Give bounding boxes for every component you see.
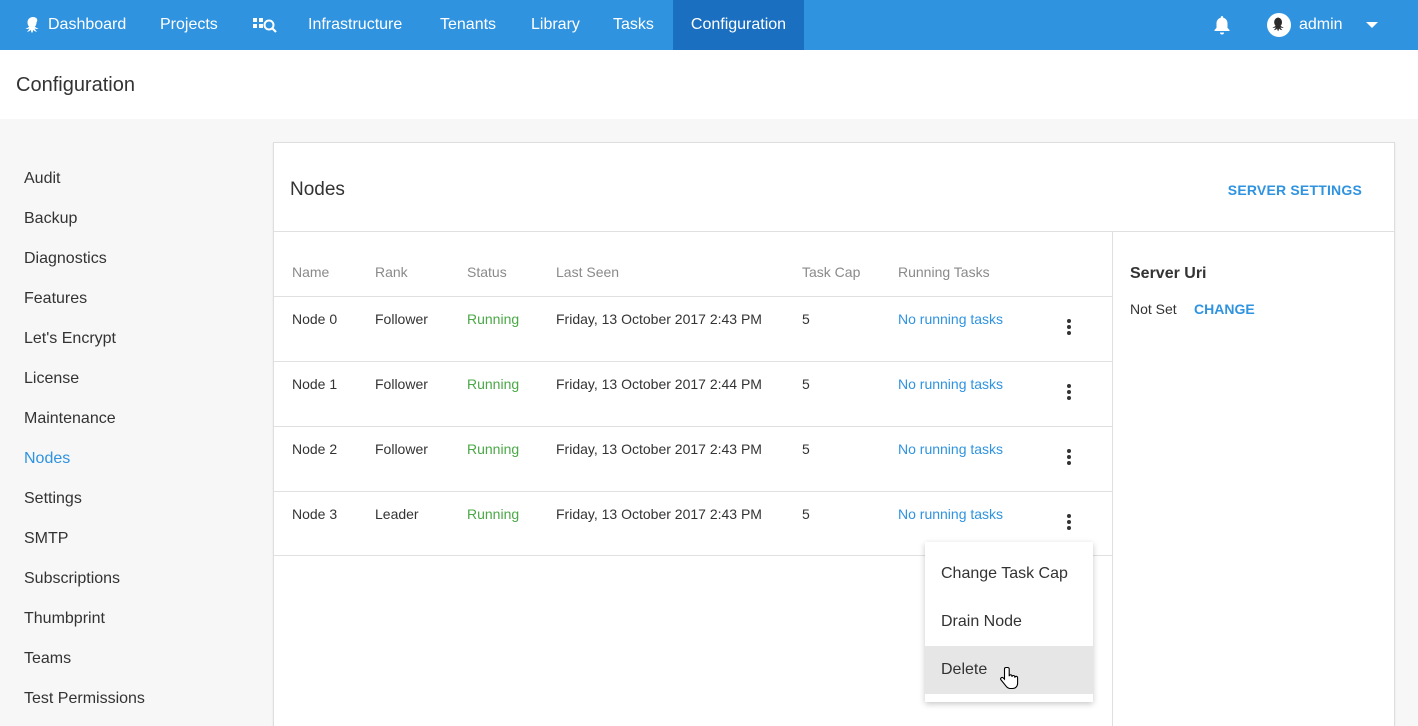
sidebar-item-nodes[interactable]: Nodes (24, 450, 70, 468)
node-last-seen: Friday, 13 October 2017 2:43 PM (556, 311, 762, 327)
sidebar-item-thumbprint[interactable]: Thumbprint (24, 610, 105, 628)
column-header-rank: Rank (375, 264, 408, 280)
sidebar-item-backup[interactable]: Backup (24, 210, 77, 228)
node-task-cap: 5 (802, 376, 810, 392)
caret-down-icon[interactable] (1366, 22, 1378, 28)
nav-configuration[interactable]: Configuration (673, 0, 804, 50)
top-navigation-bar: Dashboard Projects Infrastructure Tenant… (0, 0, 1418, 50)
sidebar-item-subscriptions[interactable]: Subscriptions (24, 570, 120, 588)
table-row: Node 0 Follower Running Friday, 13 Octob… (274, 296, 1112, 361)
column-header-task-cap: Task Cap (802, 264, 861, 280)
bell-icon[interactable] (1213, 14, 1231, 36)
nav-tenants[interactable]: Tenants (440, 0, 496, 50)
change-server-uri-button[interactable]: CHANGE (1194, 301, 1255, 317)
table-row: Node 2 Follower Running Friday, 13 Octob… (274, 426, 1112, 491)
hand-cursor-icon (1000, 666, 1020, 692)
node-name: Node 0 (292, 311, 338, 327)
server-settings-button[interactable]: SERVER SETTINGS (1228, 182, 1362, 198)
user-menu-name[interactable]: admin (1299, 0, 1343, 50)
nav-projects[interactable]: Projects (160, 0, 218, 50)
server-uri-title: Server Uri (1130, 265, 1207, 282)
column-header-name: Name (292, 264, 330, 280)
more-vert-icon[interactable] (1062, 384, 1076, 404)
nav-dashboard-label: Dashboard (48, 16, 127, 33)
page-title: Configuration (16, 74, 135, 96)
sidebar-item-diagnostics[interactable]: Diagnostics (24, 250, 107, 268)
sidebar-item-settings[interactable]: Settings (24, 490, 82, 508)
more-vert-icon[interactable] (1062, 449, 1076, 469)
node-rank: Leader (375, 506, 419, 522)
node-name: Node 2 (292, 441, 338, 457)
column-header-status: Status (467, 264, 507, 280)
sidebar-item-maintenance[interactable]: Maintenance (24, 410, 116, 428)
sidebar-item-features[interactable]: Features (24, 290, 87, 308)
menu-item-drain-node[interactable]: Drain Node (925, 598, 1093, 646)
node-name: Node 1 (292, 376, 338, 392)
octopus-icon (25, 17, 39, 33)
node-rank: Follower (375, 441, 428, 457)
server-uri-value: Not Set (1130, 301, 1177, 317)
node-last-seen: Friday, 13 October 2017 2:44 PM (556, 376, 762, 392)
node-rank: Follower (375, 376, 428, 392)
sidebar-item-license[interactable]: License (24, 370, 79, 388)
node-last-seen: Friday, 13 October 2017 2:43 PM (556, 506, 762, 522)
node-status: Running (467, 506, 520, 522)
table-row: Node 1 Follower Running Friday, 13 Octob… (274, 361, 1112, 426)
node-task-cap: 5 (802, 441, 810, 457)
page-header: Configuration (0, 50, 1418, 119)
node-task-cap: 5 (802, 506, 810, 522)
nav-library[interactable]: Library (531, 0, 580, 50)
sidebar-item-test-permissions[interactable]: Test Permissions (24, 690, 145, 708)
node-running-tasks-link[interactable]: No running tasks (898, 376, 1003, 392)
column-header-last-seen: Last Seen (556, 264, 620, 280)
node-status: Running (467, 311, 520, 327)
node-last-seen: Friday, 13 October 2017 2:43 PM (556, 441, 762, 457)
more-vert-icon[interactable] (1062, 514, 1076, 534)
nav-tasks[interactable]: Tasks (613, 0, 654, 50)
sidebar-item-lets-encrypt[interactable]: Let's Encrypt (24, 330, 116, 348)
sidebar-item-smtp[interactable]: SMTP (24, 530, 68, 548)
search-icon[interactable] (252, 16, 278, 34)
node-status: Running (467, 376, 520, 392)
menu-item-change-task-cap[interactable]: Change Task Cap (925, 550, 1093, 598)
node-running-tasks-link[interactable]: No running tasks (898, 441, 1003, 457)
column-header-running-tasks: Running Tasks (898, 264, 990, 280)
nav-dashboard[interactable]: Dashboard (0, 0, 144, 50)
more-vert-icon[interactable] (1062, 319, 1076, 339)
nav-infrastructure[interactable]: Infrastructure (308, 0, 402, 50)
nodes-card: Nodes SERVER SETTINGS Name Rank Status L… (273, 142, 1395, 726)
sidebar-item-audit[interactable]: Audit (24, 170, 60, 188)
node-task-cap: 5 (802, 311, 810, 327)
node-name: Node 3 (292, 506, 338, 522)
node-running-tasks-link[interactable]: No running tasks (898, 311, 1003, 327)
node-status: Running (467, 441, 520, 457)
node-running-tasks-link[interactable]: No running tasks (898, 506, 1003, 522)
node-rank: Follower (375, 311, 428, 327)
card-title: Nodes (290, 179, 345, 200)
sidebar-item-teams[interactable]: Teams (24, 650, 71, 668)
avatar-icon[interactable] (1267, 13, 1291, 37)
